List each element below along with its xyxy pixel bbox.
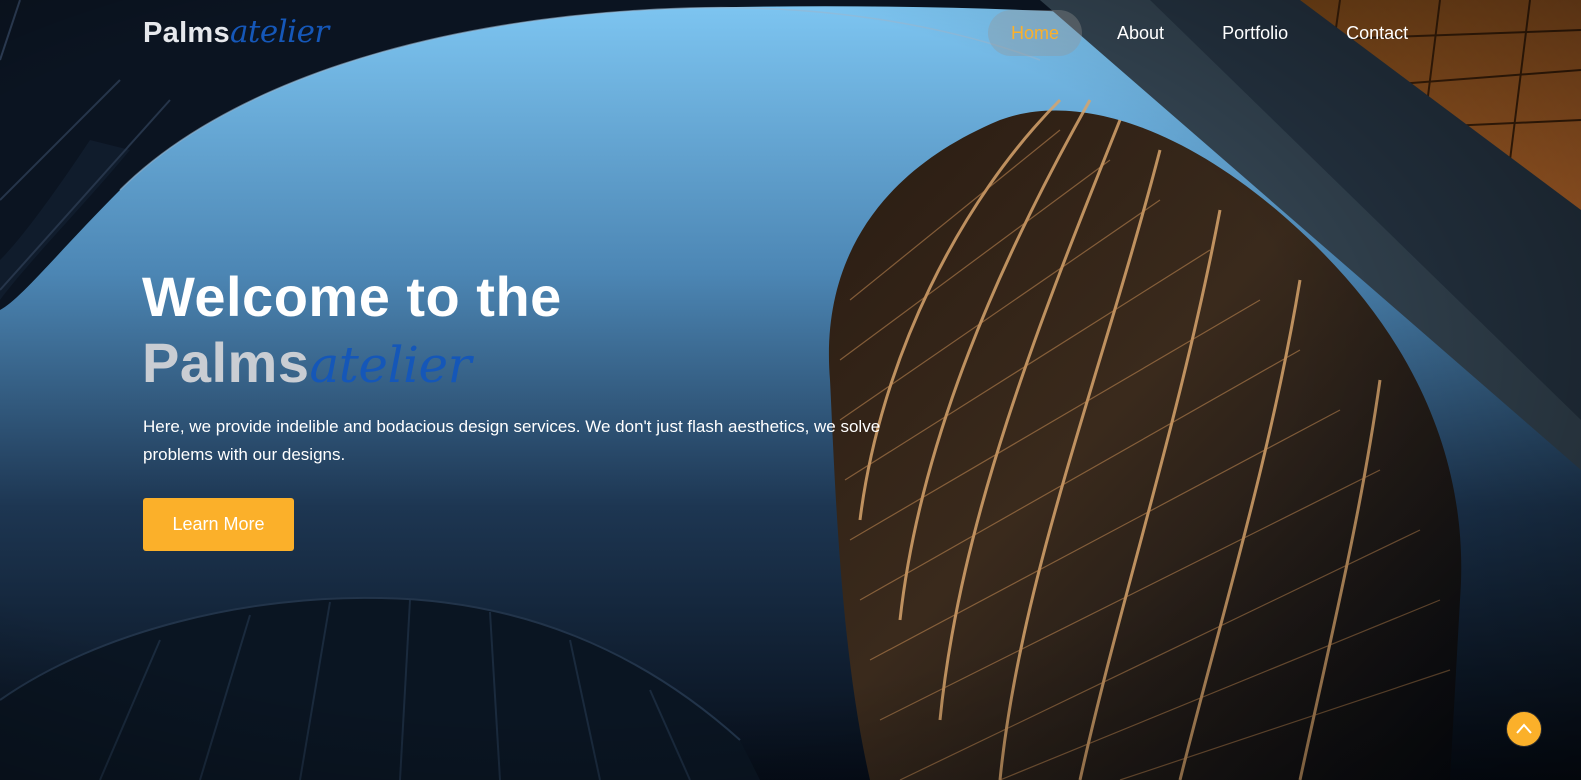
brand-logo-main: Palms	[143, 17, 230, 49]
main-nav: Home About Portfolio Contact	[988, 10, 1443, 56]
hero-heading: Welcome to the Palmsatelier	[142, 264, 562, 398]
hero-heading-brand-script: atelier	[309, 336, 472, 394]
chevron-up-icon	[1516, 723, 1532, 734]
hero-heading-brand-main: Palms	[142, 331, 310, 394]
learn-more-button[interactable]: Learn More	[143, 498, 294, 551]
nav-item-portfolio[interactable]: Portfolio	[1199, 10, 1311, 56]
brand-logo-script: atelier	[229, 14, 329, 50]
nav-item-contact[interactable]: Contact	[1323, 10, 1431, 56]
nav-item-about[interactable]: About	[1094, 10, 1187, 56]
hero-description: Here, we provide indelible and bodacious…	[143, 417, 881, 464]
brand-logo[interactable]: Palmsatelier	[143, 14, 329, 50]
nav-item-home[interactable]: Home	[988, 10, 1083, 56]
back-to-top-button[interactable]	[1506, 711, 1542, 747]
hero-heading-line1: Welcome to the	[142, 265, 562, 328]
